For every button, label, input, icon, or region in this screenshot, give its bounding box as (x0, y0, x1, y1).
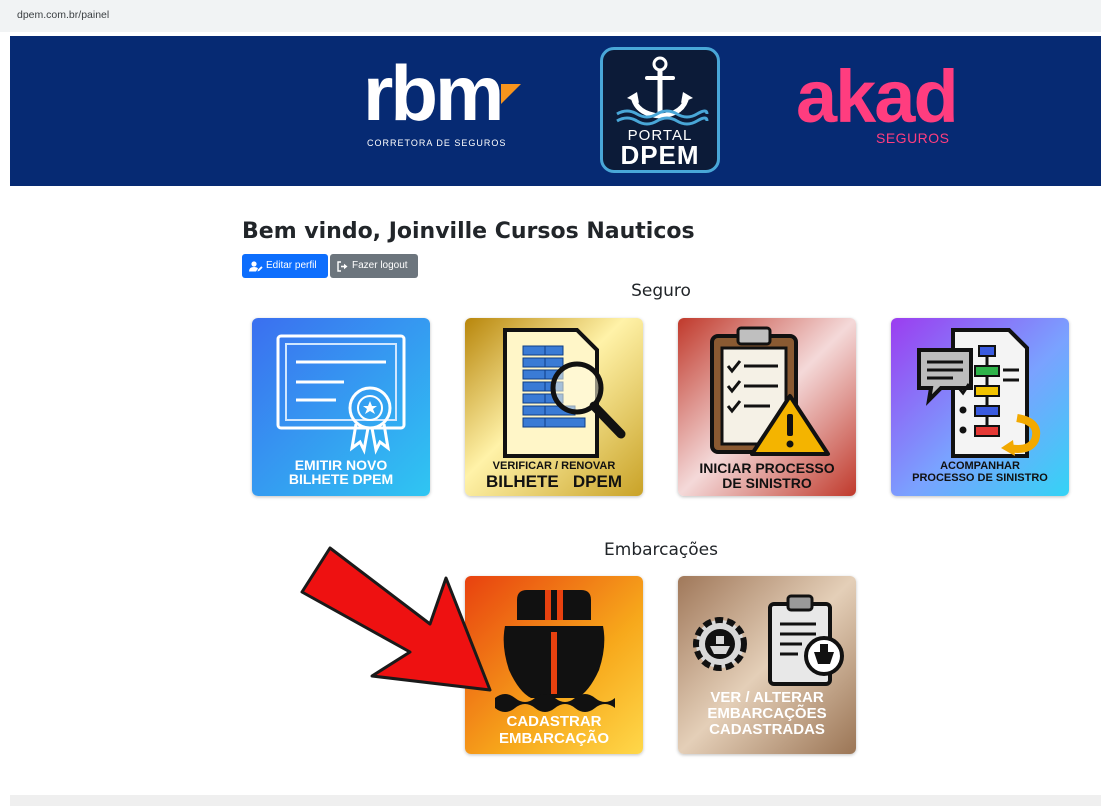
page-footer (10, 795, 1101, 806)
rbm-logo-subtitle: CORRETORA DE SEGUROS (367, 138, 507, 148)
rbm-logo-word: rbm (363, 49, 504, 137)
clipboard-ship-icon (768, 594, 844, 686)
start-claim-line1: INICIAR PROCESSO (699, 460, 835, 476)
view-edit-vessels-tile[interactable]: VER / ALTERAR EMBARCAÇÕES CADASTRADAS (678, 576, 856, 754)
welcome-title: Bem vindo, Joinville Cursos Nauticos (242, 219, 695, 244)
akad-logo-subtitle: SEGUROS (876, 130, 950, 146)
akad-logo: akad SEGUROS (796, 60, 966, 160)
emit-ticket-tile[interactable]: EMITIR NOVO BILHETE DPEM (252, 318, 430, 496)
logout-label: Fazer logout (352, 260, 408, 271)
track-claim-line1: ACOMPANHAR (940, 460, 1020, 472)
portal-logo-line2: DPEM (620, 140, 700, 170)
verify-renew-line1: VERIFICAR / RENOVAR (492, 460, 616, 472)
rbm-logo-mark (501, 84, 521, 104)
logout-icon (337, 260, 348, 272)
user-edit-icon (249, 260, 263, 271)
start-claim-tile[interactable]: INICIAR PROCESSO DE SINISTRO (678, 318, 856, 496)
register-vessel-line2: EMBARCAÇÃO (499, 730, 609, 747)
akad-logo-word: akad (796, 55, 959, 138)
view-edit-vessels-line2: EMBARCAÇÕES (707, 705, 827, 722)
logout-button[interactable]: Fazer logout (330, 254, 418, 278)
edit-profile-button[interactable]: Editar perfil (242, 254, 328, 278)
verify-renew-line2: BILHETE DPEM (485, 472, 622, 491)
address-url[interactable]: dpem.com.br/painel (17, 9, 109, 21)
verify-renew-tile[interactable]: VERIFICAR / RENOVAR BILHETE DPEM (465, 318, 643, 496)
gear-ship-icon (693, 617, 747, 671)
section-title-seguro: Seguro (631, 281, 691, 301)
start-claim-line2: DE SINISTRO (722, 475, 812, 491)
register-vessel-line1: CADASTRAR (506, 713, 602, 730)
emit-ticket-line1: EMITIR NOVO (294, 457, 388, 473)
section-title-embarcacoes: Embarcações (604, 540, 718, 560)
register-vessel-tile[interactable]: CADASTRAR EMBARCAÇÃO (465, 576, 643, 754)
emit-ticket-line2: BILHETE DPEM (288, 471, 394, 487)
view-edit-vessels-line1: VER / ALTERAR (710, 689, 824, 706)
edit-profile-label: Editar perfil (266, 260, 317, 271)
address-bar[interactable]: dpem.com.br/painel (0, 0, 1101, 32)
rbm-logo: rbm CORRETORA DE SEGUROS (357, 54, 537, 154)
track-claim-line2: PROCESSO DE SINISTRO (912, 472, 1048, 484)
portal-dpem-logo[interactable]: PORTAL DPEM (600, 47, 720, 173)
view-edit-vessels-line3: CADASTRADAS (709, 721, 825, 738)
track-claim-tile[interactable]: ACOMPANHAR PROCESSO DE SINISTRO (891, 318, 1069, 496)
